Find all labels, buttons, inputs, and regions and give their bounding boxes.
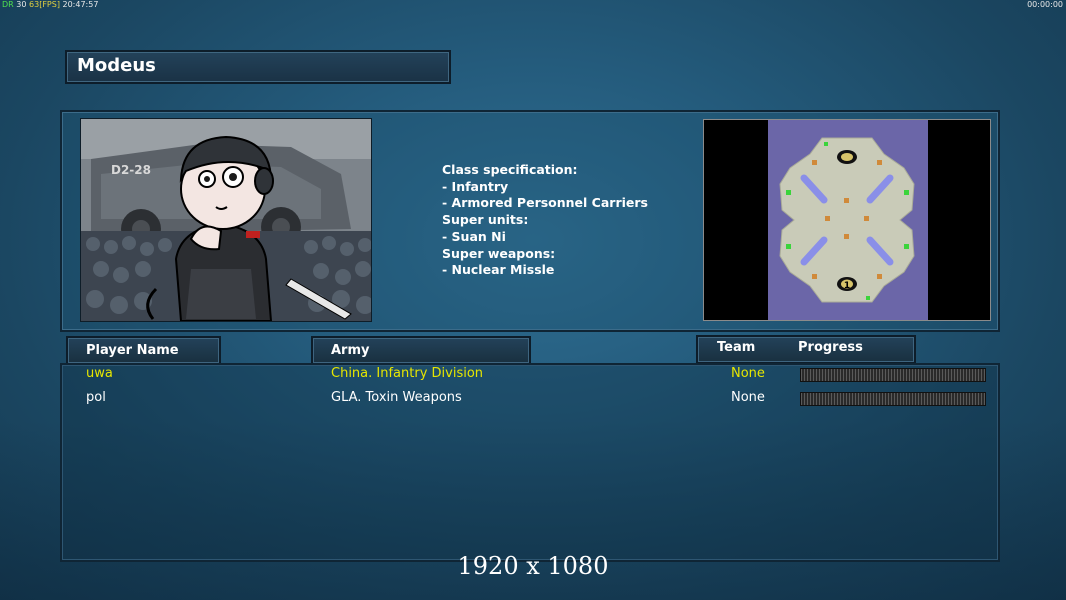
player-progress-bar (800, 392, 986, 406)
super-units-heading: Super units: (442, 212, 529, 228)
hud-clock: 20:47:57 (62, 0, 99, 9)
hud-fps-label: FPS (42, 0, 57, 9)
class-spec-item: - Armored Personnel Carriers (442, 195, 648, 211)
map-title-box: Modeus (65, 50, 451, 84)
player-progress-bar (800, 368, 986, 382)
army-header[interactable]: Army (311, 336, 531, 365)
player-team: None (731, 366, 765, 381)
super-weapons-heading: Super weapons: (442, 245, 556, 261)
map-title: Modeus (77, 55, 156, 76)
hud-stats: DR 30 63[FPS] 20:47:57 (2, 0, 99, 9)
hud-value-1: 30 (16, 0, 27, 9)
player-team: None (731, 390, 765, 405)
hud-prefix: DR (2, 0, 14, 9)
class-spec-item: - Infantry (442, 178, 509, 194)
player-army: GLA. Toxin Weapons (331, 390, 462, 405)
player-name-header[interactable]: Player Name (66, 336, 221, 365)
class-specification: Class specification: - Infantry - Armore… (442, 162, 648, 279)
player-army: China. Infantry Division (331, 366, 484, 381)
hud-value-2: 63 (29, 0, 40, 9)
army-portrait-image: D2-28 (81, 119, 371, 321)
player-name: pol (86, 390, 106, 405)
minimap-player-marker: 1 (844, 281, 850, 291)
class-spec-heading: Class specification: (442, 162, 578, 177)
team-header-label: Team (717, 340, 756, 355)
minimap-image: 1 (704, 120, 990, 320)
super-weapon-item: - Nuclear Missle (442, 262, 555, 278)
table-row: uwa China. Infantry Division None (0, 366, 1066, 384)
table-row: pol GLA. Toxin Weapons None (0, 390, 1066, 408)
hud-bar: DR 30 63[FPS] 20:47:57 00:00:00 (0, 0, 1066, 10)
army-portrait: D2-28 (80, 118, 372, 322)
progress-header-label: Progress (798, 340, 863, 355)
player-name: uwa (86, 366, 113, 381)
army-header-label: Army (331, 343, 370, 358)
super-unit-item: - Suan Ni (442, 228, 506, 244)
player-name-header-label: Player Name (86, 343, 179, 358)
svg-text:D2-28: D2-28 (111, 163, 151, 177)
minimap: 1 (703, 119, 991, 321)
team-progress-header[interactable]: Team Progress (696, 335, 916, 364)
hud-timer: 00:00:00 (1027, 0, 1063, 9)
resolution-label: 1920 x 1080 (457, 552, 609, 580)
